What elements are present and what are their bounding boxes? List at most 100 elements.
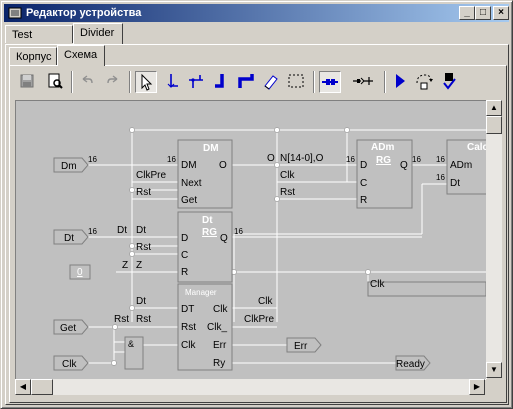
maximize-button[interactable]: □	[475, 6, 491, 20]
label-z: Z	[122, 260, 128, 271]
label-rst: Rst	[280, 187, 295, 198]
label-rst: Rst	[136, 187, 151, 198]
output-ready: Ready	[396, 359, 425, 370]
output-err: Err	[294, 341, 308, 352]
redo-icon	[107, 75, 118, 84]
select-rect-tool-button[interactable]	[286, 71, 308, 93]
run-button[interactable]	[390, 71, 412, 93]
undo-icon	[82, 75, 93, 84]
w16-label: 16	[234, 227, 243, 236]
adm-pin-r: R	[360, 195, 367, 206]
redo-button[interactable]	[103, 71, 125, 93]
pin-connect-tool-button[interactable]	[351, 71, 373, 93]
scroll-left-arrow-icon[interactable]: ◀	[15, 379, 31, 395]
toolbar-separator	[71, 71, 73, 93]
title-bar[interactable]: Редактор устройства _ □ ×	[4, 4, 509, 22]
vertical-scroll-thumb[interactable]	[486, 116, 502, 134]
eraser-icon	[264, 75, 278, 90]
label-clk: Clk	[258, 296, 273, 307]
scroll-down-arrow-icon[interactable]: ▼	[486, 362, 502, 378]
wire-tool-button[interactable]	[161, 71, 183, 93]
bus-fork-tool-button[interactable]	[236, 71, 258, 93]
print-preview-icon	[48, 73, 63, 89]
scroll-up-arrow-icon[interactable]: ▲	[486, 100, 502, 116]
dm-pin-o: O	[219, 160, 227, 171]
undo-button[interactable]	[77, 71, 99, 93]
tab-divider[interactable]: Divider	[73, 23, 123, 44]
bus-fork-icon	[238, 74, 254, 88]
label-rst: Rst	[114, 314, 129, 325]
wire-fork-tool-button[interactable]	[186, 71, 208, 93]
tab-test-divider[interactable]: Test Divider	[5, 25, 73, 59]
mgr-pin-err: Err	[213, 340, 227, 351]
input-dm: Dm	[61, 161, 77, 172]
label-clkpre: ClkPre	[244, 314, 274, 325]
bus-corner-tool-button[interactable]	[211, 71, 233, 93]
check-button[interactable]	[439, 71, 461, 93]
eraser-tool-button[interactable]	[261, 71, 283, 93]
tab-korpus[interactable]: Корпус	[9, 47, 57, 65]
label-clk: Clk	[370, 279, 385, 290]
print-preview-button[interactable]	[45, 71, 67, 93]
mgr-pin-clk: Clk	[181, 340, 196, 351]
save-button[interactable]	[17, 71, 39, 93]
horizontal-scrollbar[interactable]: ◀ ▶	[15, 379, 485, 395]
calc-pin-dt: Dt	[450, 178, 460, 189]
block-dt-title: Dt	[202, 215, 213, 226]
w16-label: 16	[412, 155, 421, 164]
label-rst: Rst	[136, 242, 151, 253]
mgr-pin-clk-out: Clk	[213, 304, 228, 315]
dm-pin-dm: DM	[181, 160, 197, 171]
dt-pin-q: Q	[220, 233, 228, 244]
label-rst: Rst	[136, 314, 151, 325]
block-dm-title: DM	[203, 143, 219, 154]
adm-pin-d: D	[360, 160, 367, 171]
label-clk: Clk	[280, 170, 295, 181]
check-icon	[443, 73, 456, 90]
horizontal-scroll-thumb[interactable]	[31, 379, 53, 395]
schematic-canvas[interactable]: DM Dt RG Manager ADm RG Calc Dm Dt 0 Get…	[15, 100, 487, 380]
close-button[interactable]: ×	[493, 6, 509, 20]
label-z: Z	[136, 260, 142, 271]
bus-corner-icon	[215, 74, 224, 88]
mgr-pin-clk-inv: Clk_	[207, 322, 227, 333]
input-clk: Clk	[62, 359, 77, 370]
toolbar-separator	[384, 71, 386, 93]
block-adm-title: ADm	[371, 142, 394, 153]
vertical-scrollbar[interactable]: ▲ ▼	[486, 100, 502, 378]
pin-connect-icon	[353, 77, 373, 85]
mgr-pin-rst: Rst	[181, 322, 196, 333]
dm-pin-get: Get	[181, 195, 197, 206]
schematic-diagram: DM Dt RG Manager ADm RG Calc Dm Dt 0 Get…	[53, 127, 486, 371]
run-icon	[396, 74, 405, 88]
dt-pin-c: C	[181, 250, 188, 261]
bus-connect-icon	[322, 79, 338, 85]
block-manager-title: Manager	[185, 288, 217, 297]
block-adm-subtitle: RG	[376, 155, 391, 166]
dm-pin-next: Next	[181, 178, 202, 189]
minimize-button[interactable]: _	[459, 6, 475, 20]
input-dt: Dt	[64, 233, 74, 244]
device-editor-window: Редактор устройства _ □ × Test Divider D…	[0, 0, 513, 409]
step-button[interactable]	[413, 71, 435, 93]
w16-label: 16	[346, 155, 355, 164]
pointer-icon	[141, 73, 153, 91]
scroll-right-arrow-icon[interactable]: ▶	[469, 379, 485, 395]
wire-down-icon	[167, 74, 178, 88]
tab-schema[interactable]: Схема	[57, 45, 105, 66]
w16-label: 16	[436, 155, 445, 164]
toolbar-separator	[129, 71, 131, 93]
step-icon	[416, 74, 433, 90]
pointer-tool-button[interactable]	[135, 71, 157, 93]
wire-fork-icon	[189, 75, 203, 88]
label-dt: Dt	[136, 296, 146, 307]
label-clkpre: ClkPre	[136, 170, 166, 181]
mgr-pin-dt: DT	[181, 304, 194, 315]
w16-label: 16	[88, 227, 97, 236]
calc-pin-adm: ADm	[450, 160, 472, 171]
app-icon	[8, 7, 22, 19]
label-dt: Dt	[136, 225, 146, 236]
save-icon	[20, 74, 34, 88]
bus-connect-tool-button[interactable]	[319, 71, 341, 93]
dt-pin-r: R	[181, 267, 188, 278]
